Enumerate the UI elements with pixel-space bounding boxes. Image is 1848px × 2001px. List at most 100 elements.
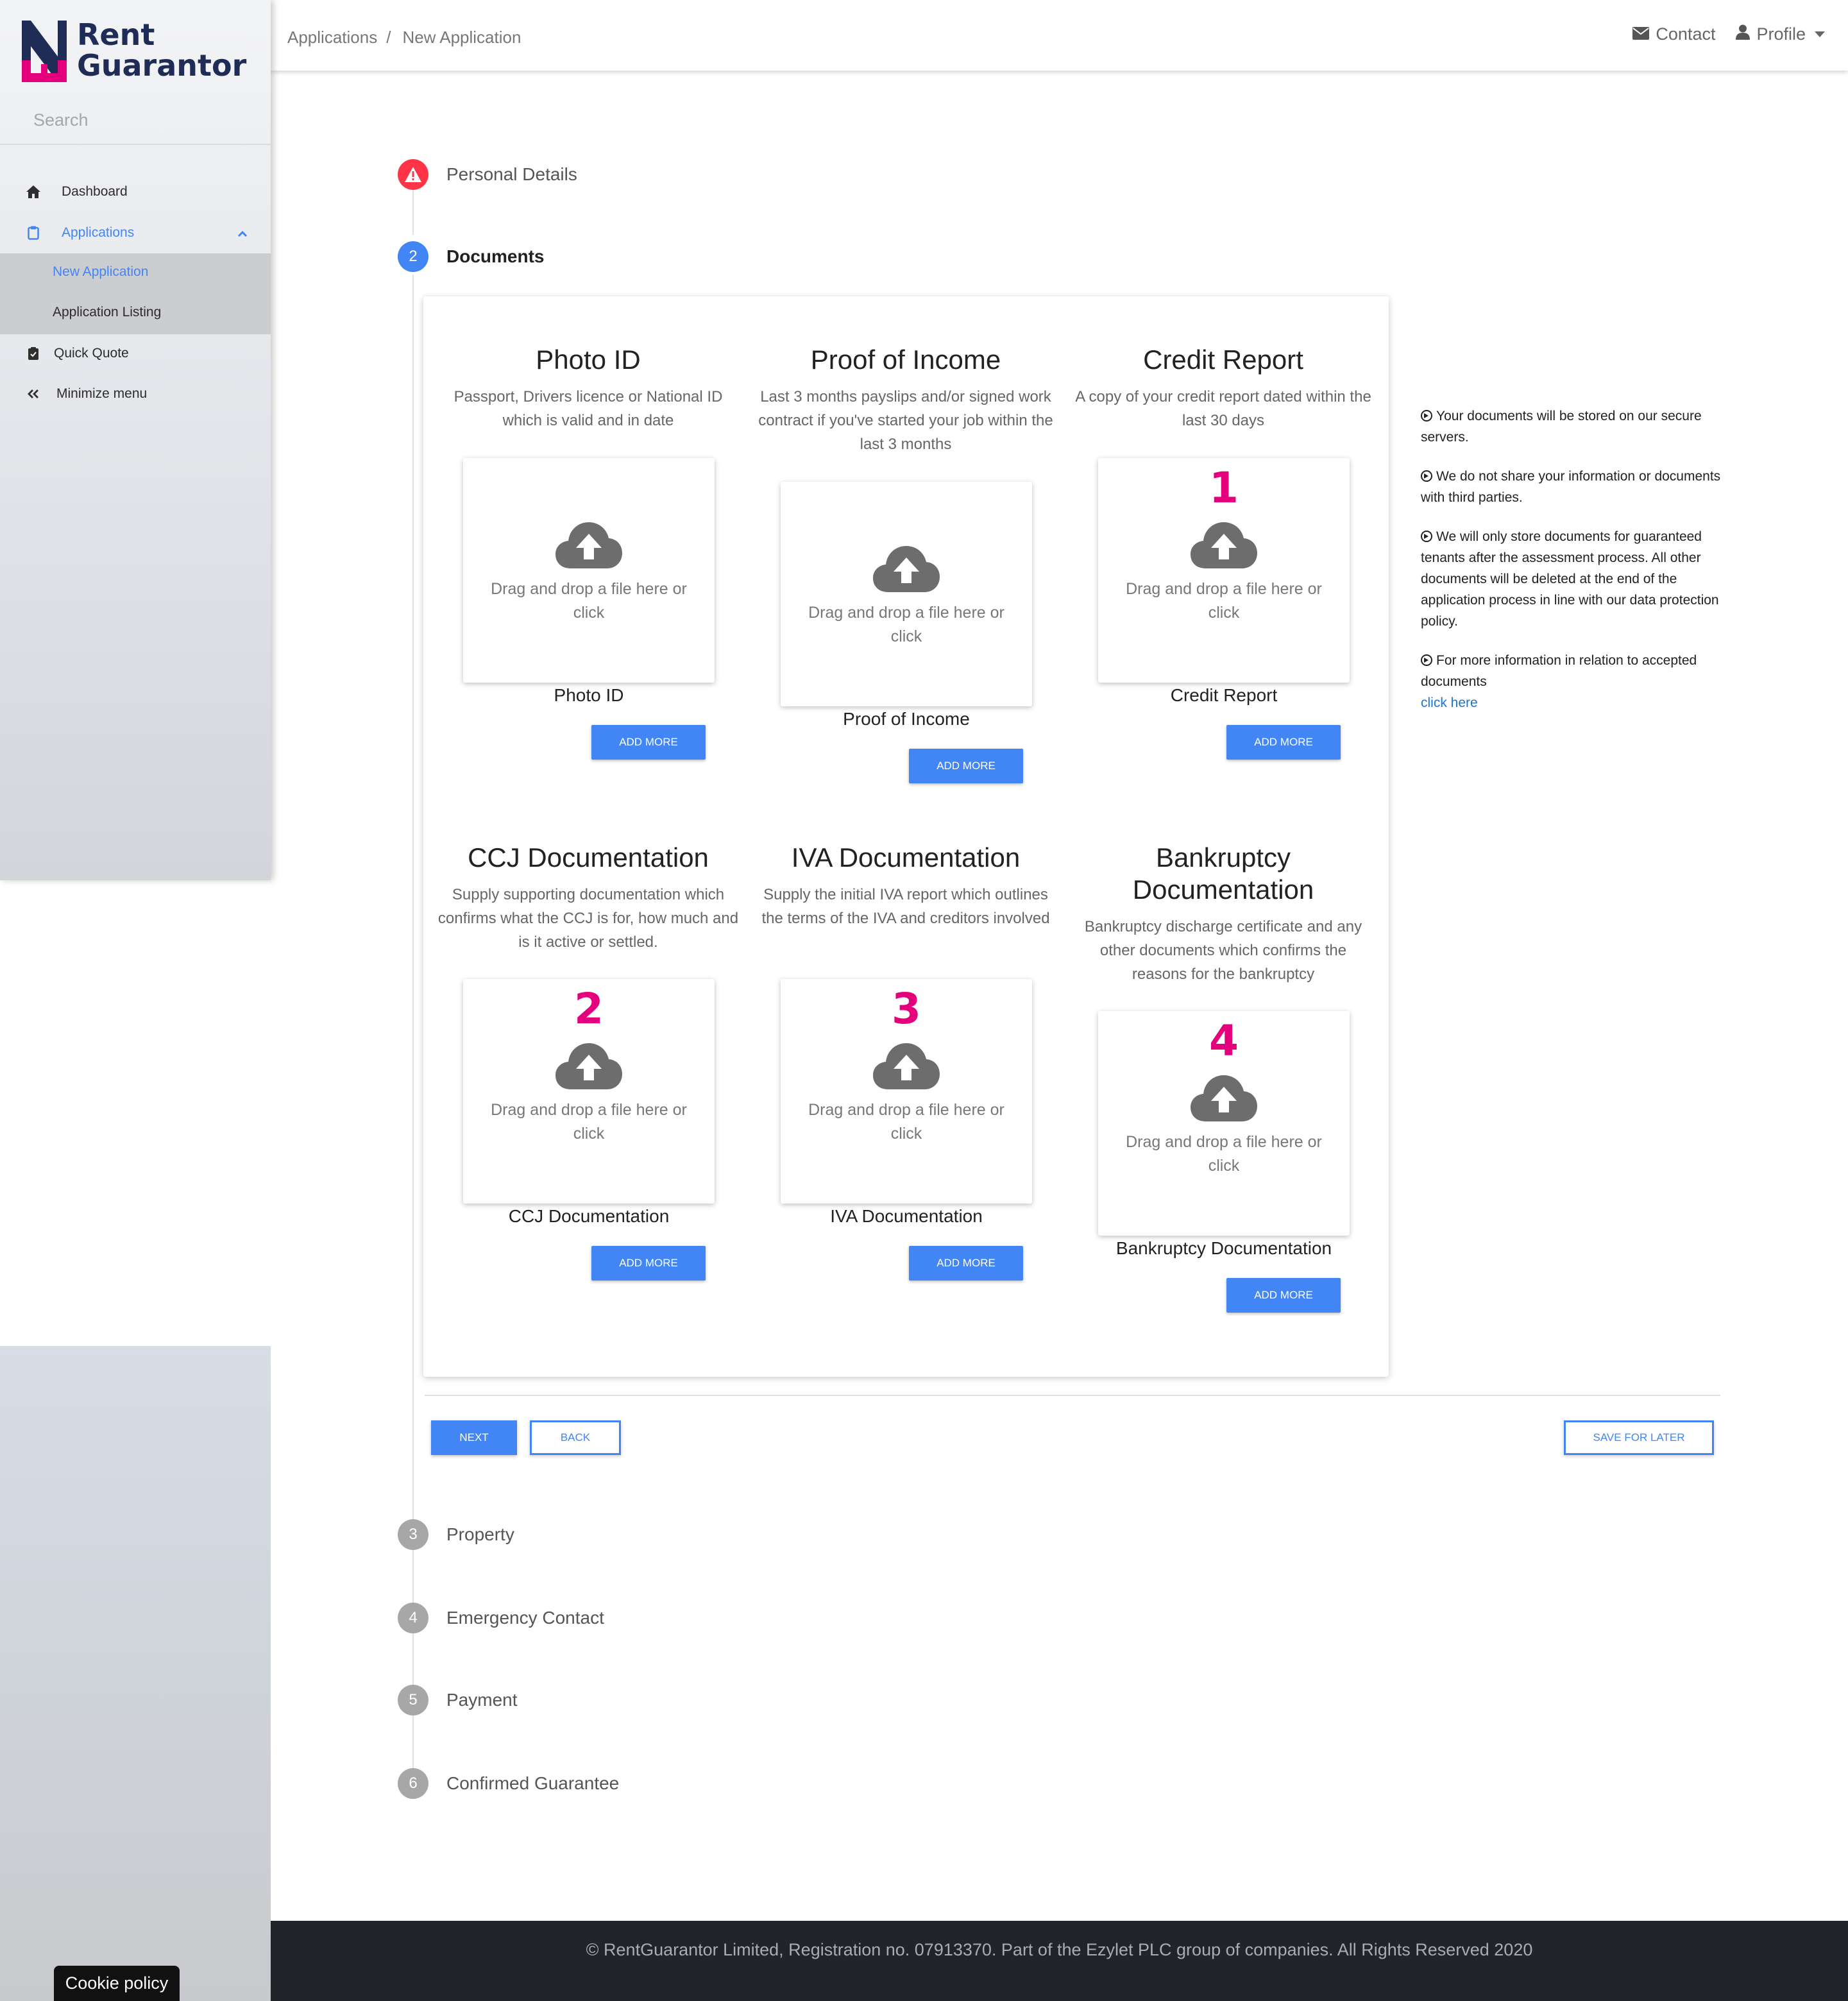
document-bankruptcy: Bankruptcy Documentation Bankruptcy disc… [1072,842,1374,986]
dropzone-marker: 3 [892,984,921,1034]
cloud-upload-icon [554,520,623,573]
sidebar-subitem-new-application[interactable]: New Application [53,264,148,280]
document-iva: IVA Documentation Supply the initial IVA… [755,842,1056,930]
applications-submenu: New Application Application Listing [0,253,271,334]
document-label: Bankruptcy Documentation [1115,1238,1332,1258]
dropzone-marker: 2 [574,984,604,1034]
back-button[interactable]: BACK [530,1420,621,1455]
dropzone-bankruptcy[interactable]: 4 Drag and drop a file here or click [1098,1011,1350,1236]
document-ccj: CCJ Documentation Supply supporting docu… [437,842,739,954]
caret-down-icon [1815,31,1825,37]
step-confirmed-guarantee[interactable]: 6 Confirmed Guarantee [398,1768,619,1799]
dropzone-proof-of-income[interactable]: Drag and drop a file here or click [781,482,1032,706]
envelope-icon [1632,24,1656,44]
next-button[interactable]: NEXT [431,1420,517,1455]
cloud-upload-icon [1189,520,1259,573]
document-description: Bankruptcy discharge certificate and any… [1084,918,1362,983]
info-point: For more information in relation to acce… [1421,650,1729,713]
dropzone-text: Drag and drop a file here or click [808,604,1005,645]
stepper-connector [412,1633,414,1686]
user-icon [1736,24,1756,44]
dropzone-marker: 4 [1209,1016,1239,1066]
step-documents[interactable]: 2 Documents [398,241,544,272]
breadcrumb: Applications / New Application [287,28,521,47]
clipboard-icon [24,224,42,242]
info-text: For more information in relation to acce… [1421,653,1697,689]
profile-dropdown[interactable]: Profile [1736,24,1825,44]
contact-link[interactable]: Contact [1632,24,1715,44]
info-point: Your documents will be stored on our sec… [1421,405,1729,448]
sidebar-item-dashboard[interactable]: Dashboard [0,172,271,212]
document-description: A copy of your credit report dated withi… [1075,388,1371,429]
add-more-button-photo-id[interactable]: ADD MORE [591,725,706,760]
sidebar-item-label: Applications [62,225,135,240]
info-point: We do not share your information or docu… [1421,466,1729,508]
dropzone-iva[interactable]: 3 Drag and drop a file here or click [781,979,1032,1204]
brand-logo[interactable]: Rent Guarantor [22,18,246,82]
add-more-button-bankruptcy[interactable]: ADD MORE [1226,1278,1341,1313]
info-point: We will only store documents for guarant… [1421,526,1729,632]
stepper-connector [412,1716,414,1768]
cloud-upload-icon [872,1041,941,1094]
stepper-connector [412,190,414,235]
step-number: 6 [398,1768,428,1799]
dropzone-credit-report[interactable]: 1 Drag and drop a file here or click [1098,458,1350,683]
add-more-button-iva[interactable]: ADD MORE [909,1246,1023,1281]
document-title: Photo ID [536,345,641,375]
cloud-upload-icon [1189,1073,1259,1126]
document-title: IVA Documentation [791,842,1021,873]
sidebar-item-minimize-menu[interactable]: Minimize menu [0,374,271,414]
document-label: CCJ Documentation [508,1206,670,1226]
dropzone-text: Drag and drop a file here or click [491,1101,687,1143]
click-here-link[interactable]: click here [1421,695,1478,710]
add-more-button-proof-of-income[interactable]: ADD MORE [909,749,1023,783]
cloud-upload-icon [554,1041,623,1094]
document-label: Credit Report [1170,685,1278,705]
warning-icon [398,159,428,190]
top-navbar: Applications / New Application Contact Pro… [271,0,1848,71]
cookie-policy-button[interactable]: Cookie policy [54,1966,180,2001]
breadcrumb-applications[interactable]: Applications [287,28,377,47]
step-number: 5 [398,1685,428,1716]
add-more-button-credit-report[interactable]: ADD MORE [1226,725,1341,760]
sidebar-item-label: Quick Quote [54,346,129,361]
sidebar-subitem-application-listing[interactable]: Application Listing [53,305,161,320]
step-personal-details[interactable]: Personal Details [398,159,577,190]
contact-label: Contact [1656,24,1716,44]
document-label: Proof of Income [843,709,970,729]
double-chevron-left-icon [24,385,42,403]
circle-play-icon [1421,531,1432,542]
step-payment[interactable]: 5 Payment [398,1685,518,1716]
document-info-panel: Your documents will be stored on our sec… [1421,405,1729,731]
add-more-button-ccj[interactable]: ADD MORE [591,1246,706,1281]
step-number: 2 [398,241,428,272]
dropzone-text: Drag and drop a file here or click [808,1101,1005,1143]
dropzone-text: Drag and drop a file here or click [1126,580,1322,622]
document-description: Supply the initial IVA report which outl… [761,886,1050,927]
document-title: Credit Report [1143,345,1303,375]
save-for-later-button[interactable]: SAVE FOR LATER [1564,1420,1714,1455]
document-description: Last 3 months payslips and/or signed wor… [758,388,1053,453]
dropzone-ccj[interactable]: 2 Drag and drop a file here or click [463,979,715,1204]
step-property[interactable]: 3 Property [398,1519,514,1550]
chevron-up-icon[interactable] [237,225,248,241]
document-description: Supply supporting documentation which co… [437,886,739,951]
sidebar-item-applications[interactable]: Applications [0,213,271,253]
stepper-connector [412,275,414,1519]
step-label: Payment [446,1690,518,1710]
dropzone-photo-id[interactable]: Drag and drop a file here or click [463,458,715,683]
actions-divider [425,1395,1720,1396]
clipboard-check-icon [24,345,42,362]
sidebar-item-label: Dashboard [62,184,128,199]
brand-line2: Guarantor [77,48,247,83]
info-text: We do not share your information or docu… [1421,469,1721,505]
sidebar-item-quick-quote[interactable]: Quick Quote [0,334,271,373]
sidebar: Rent Guarantor Search Dashboard Applicat… [0,0,271,880]
search-input[interactable]: Search [33,110,89,130]
step-label: Emergency Contact [446,1608,604,1628]
breadcrumb-new-application: New Application [402,28,521,47]
documents-card: Photo ID Passport, Drivers licence or Na… [423,296,1389,1377]
step-emergency-contact[interactable]: 4 Emergency Contact [398,1603,604,1633]
document-label: IVA Documentation [830,1206,983,1226]
logo-house-icon [22,18,67,82]
